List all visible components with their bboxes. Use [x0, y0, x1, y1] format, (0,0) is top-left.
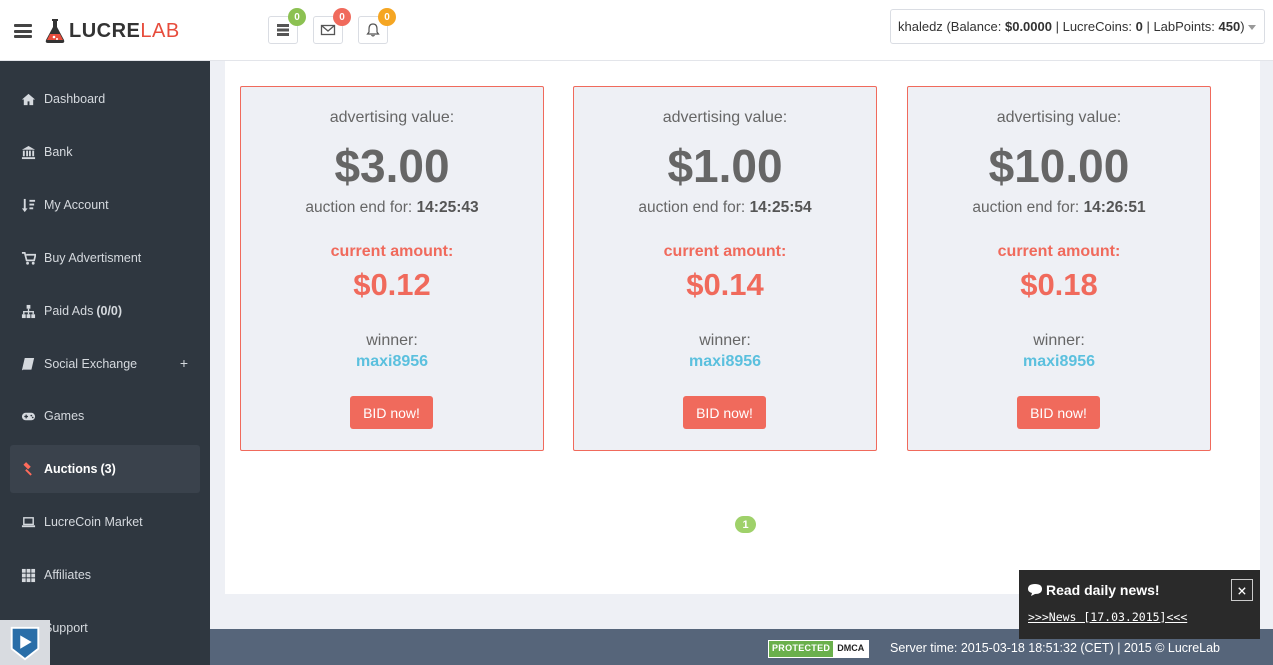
auction-end-time: 14:25:43 [416, 199, 479, 216]
sidebar-item-my-account[interactable]: My Account [10, 181, 200, 229]
gamepad-icon [21, 412, 35, 420]
user-account-dropdown[interactable]: khaledz (Balance: $0.0000 | LucreCoins: … [890, 9, 1265, 44]
footer-server-time: Server time: 2015-03-18 18:51:32 (CET) |… [890, 641, 1220, 655]
notifications-button[interactable]: 0 [358, 8, 396, 44]
home-icon [21, 93, 35, 105]
logo[interactable]: LUCRELAB [44, 18, 180, 44]
winner-label: winner: [366, 332, 418, 349]
bid-button[interactable]: BID now! [683, 396, 766, 429]
auction-end: auction end for: 14:26:51 [972, 199, 1146, 216]
sidebar-item-dashboard[interactable]: Dashboard [10, 75, 200, 123]
user-points: 450 [1218, 19, 1241, 34]
messages-badge: 0 [333, 8, 351, 26]
user-balance: $0.0000 [1004, 19, 1052, 34]
winner-link[interactable]: maxi8956 [908, 353, 1210, 371]
dmca-badge[interactable]: PROTECTED DMCA [768, 640, 870, 658]
sort-icon [21, 198, 35, 212]
advertising-value-label: advertising value: [329, 109, 455, 126]
comment-icon [1028, 584, 1042, 596]
news-link[interactable]: >>>News [17.03.2015]<<< [1028, 610, 1187, 624]
news-title: Read daily news! [1046, 582, 1160, 598]
advertising-value-label: advertising value: [662, 109, 788, 126]
sidebar-item-buy-advertisment[interactable]: Buy Advertisment [10, 234, 200, 282]
winner-label: winner: [1033, 332, 1085, 349]
advertising-value: $10.00 [988, 140, 1130, 192]
server-icon [277, 24, 289, 36]
bell-icon [366, 23, 380, 37]
news-popup: Read daily news! >>>News [17.03.2015]<<<… [1019, 570, 1260, 639]
tasks-badge: 0 [288, 8, 306, 26]
app-badge[interactable] [0, 620, 50, 665]
winner-link[interactable]: maxi8956 [574, 353, 876, 371]
laptop-icon [21, 516, 35, 527]
main-content: advertising value: $3.00 auction end for… [225, 61, 1260, 594]
sidebar-item-social-exchange[interactable]: Social Exchange + [10, 340, 200, 388]
advertising-value-label: advertising value: [996, 109, 1122, 126]
sitemap-icon [21, 304, 35, 318]
auction-end-time: 14:25:54 [749, 199, 812, 216]
current-amount-label: current amount: [663, 243, 787, 260]
sidebar-item-auctions[interactable]: Auctions (3) [10, 445, 200, 493]
notifications-badge: 0 [378, 8, 396, 26]
advertising-value: $3.00 [334, 140, 450, 192]
chevron-down-icon [1248, 25, 1256, 30]
winner-link[interactable]: maxi8956 [241, 353, 543, 371]
current-amount-label: current amount: [997, 243, 1121, 260]
close-icon[interactable]: × [1231, 579, 1253, 601]
top-bar: LUCRELAB 0 0 0 khaledz (Balance: $0.0000… [0, 0, 1273, 61]
auction-card: advertising value: $3.00 auction end for… [240, 86, 544, 451]
auction-end: auction end for: 14:25:43 [305, 199, 479, 216]
auction-card: advertising value: $1.00 auction end for… [573, 86, 877, 451]
sidebar-item-affiliates[interactable]: Affiliates [10, 551, 200, 599]
sidebar-item-paid-ads[interactable]: Paid Ads (0/0) [10, 287, 200, 335]
cart-icon [21, 251, 36, 265]
shield-play-icon [10, 626, 40, 660]
sidebar: Dashboard Bank My Account Buy Advertisme… [0, 61, 210, 665]
envelope-icon [320, 24, 336, 36]
expand-plus-icon[interactable]: + [180, 355, 188, 371]
bid-button[interactable]: BID now! [1017, 396, 1100, 429]
menu-toggle-icon[interactable] [14, 24, 32, 38]
winner-label: winner: [699, 332, 751, 349]
advertising-value: $1.00 [667, 140, 783, 192]
user-name: khaledz [898, 19, 943, 34]
current-amount: $0.12 [353, 267, 431, 302]
auction-end: auction end for: 14:25:54 [638, 199, 812, 216]
flask-icon [45, 19, 65, 43]
current-amount-label: current amount: [330, 243, 454, 260]
sidebar-item-bank[interactable]: Bank [10, 128, 200, 176]
auction-card: advertising value: $10.00 auction end fo… [907, 86, 1211, 451]
messages-button[interactable]: 0 [313, 8, 351, 44]
sidebar-item-lucrecoin-market[interactable]: LucreCoin Market [10, 498, 200, 546]
book-icon [21, 357, 34, 371]
sidebar-item-games[interactable]: Games [10, 392, 200, 440]
logo-main: LUCRE [69, 19, 141, 42]
pagination-page[interactable]: 1 [735, 516, 756, 533]
auction-end-time: 14:26:51 [1083, 199, 1146, 216]
gavel-icon [22, 461, 32, 476]
current-amount: $0.18 [1020, 267, 1098, 302]
bank-icon [21, 145, 35, 159]
grid-icon [21, 568, 35, 582]
current-amount: $0.14 [686, 267, 764, 302]
logo-accent: LAB [140, 19, 180, 42]
user-coins: 0 [1135, 19, 1143, 34]
tasks-button[interactable]: 0 [268, 8, 306, 44]
bid-button[interactable]: BID now! [350, 396, 433, 429]
